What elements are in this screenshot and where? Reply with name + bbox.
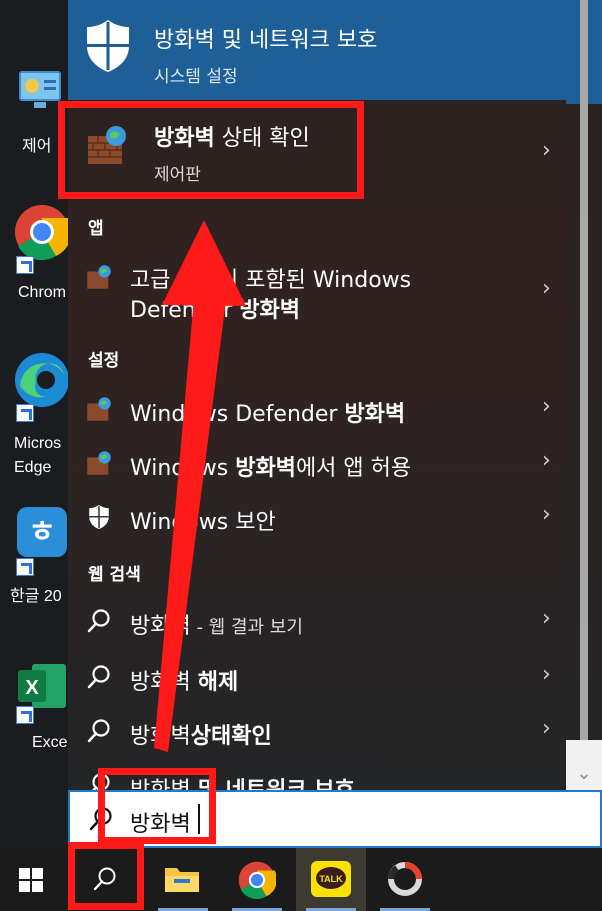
taskbar-chrome[interactable] (222, 848, 292, 911)
result-title: 방화벽상태확인 (130, 724, 272, 749)
result-web-1[interactable]: 방화벽 해제 › (68, 652, 566, 704)
svg-text:ㅎ: ㅎ (28, 515, 56, 550)
firewall-icon (87, 265, 111, 289)
chrome-icon (238, 861, 276, 899)
desktop-icon-excel[interactable]: X Exce (0, 656, 68, 756)
scroll-down-icon[interactable]: ⌄ (566, 760, 602, 788)
desktop-icon-label: 제어 (22, 138, 52, 155)
result-title-line2: Defender 방화벽 (130, 298, 300, 323)
section-settings: 설정 (88, 351, 120, 371)
desktop-icon-label: 한글 20 (10, 588, 62, 605)
edge-icon (15, 353, 69, 407)
result-web-0[interactable]: 방화벽 - 웹 결과 보기 › (68, 596, 566, 648)
desktop-icon-label: Chrom (18, 284, 67, 301)
shield-icon (87, 20, 129, 72)
result-web-2[interactable]: 방화벽상태확인 › (68, 706, 566, 758)
windows-start-icon (19, 868, 43, 892)
search-icon (87, 609, 110, 633)
excel-icon: X (18, 664, 66, 708)
chevron-right-icon: › (542, 502, 551, 527)
chevron-right-icon: › (542, 606, 551, 631)
search-icon (87, 719, 110, 743)
taskbar-app[interactable] (370, 848, 440, 911)
file-explorer-icon (165, 868, 199, 892)
preview-pane (566, 0, 602, 790)
result-app-defender-firewall[interactable]: 고급 보안이 포함된 Windows Defender 방화벽 › (68, 252, 566, 332)
search-icon (87, 665, 110, 689)
firewall-icon (87, 451, 111, 475)
kakaotalk-icon: TALK (311, 861, 351, 897)
shortcut-arrow-icon (16, 706, 34, 724)
taskbar-file-explorer[interactable] (148, 848, 218, 911)
section-web-search: 웹 검색 (88, 565, 141, 585)
chevron-right-icon: › (542, 662, 551, 687)
desktop-icon-hangul[interactable]: ㅎ 한글 20 (0, 502, 68, 612)
hangul-icon: ㅎ (17, 507, 67, 557)
scrollbar-thumb[interactable] (580, 0, 588, 740)
annotation-highlight-search-box (98, 768, 216, 844)
start-button[interactable] (0, 848, 70, 911)
chrome-icon (15, 205, 70, 260)
desktop-icon-label: Micros Edge (14, 435, 62, 476)
best-match-title: 방화벽 및 네트워크 보호 (154, 28, 378, 53)
annotation-highlight-firewall-status (58, 101, 364, 199)
chevron-right-icon: › (542, 716, 551, 741)
best-match-item[interactable]: 방화벽 및 네트워크 보호 시스템 설정 (68, 0, 566, 100)
result-setting-windows-security[interactable]: Windows 보안 › (68, 492, 566, 544)
result-title: Windows 방화벽에서 앱 허용 (130, 456, 412, 481)
result-setting-allow-app[interactable]: Windows 방화벽에서 앱 허용 › (68, 438, 566, 490)
shortcut-arrow-icon (16, 404, 34, 422)
svg-text:X: X (25, 677, 39, 699)
chevron-right-icon: › (542, 276, 551, 301)
chevron-right-icon: › (542, 448, 551, 473)
desktop-icon-label: Exce (32, 734, 68, 751)
result-title: Windows Defender 방화벽 (130, 402, 406, 427)
result-title: 방화벽 해제 (130, 670, 239, 695)
shortcut-arrow-icon (16, 558, 34, 576)
best-match-subtitle: 시스템 설정 (154, 67, 238, 87)
annotation-highlight-search-button (68, 842, 144, 910)
result-title: 방화벽 - 웹 결과 보기 (130, 614, 303, 639)
control-panel-icon (19, 71, 61, 108)
app-icon (388, 862, 422, 896)
desktop-icon-chrome[interactable]: Chrom (0, 200, 70, 310)
chevron-right-icon: › (542, 138, 551, 163)
shortcut-arrow-icon (16, 256, 34, 274)
kakao-label: TALK (319, 874, 343, 884)
result-setting-defender-firewall[interactable]: Windows Defender 방화벽 › (68, 384, 566, 436)
desktop-icon-edge[interactable]: Micros Edge (0, 348, 69, 478)
section-apps: 앱 (88, 219, 104, 239)
firewall-icon (87, 397, 111, 421)
result-title-line1: 고급 보안이 포함된 Windows (130, 268, 412, 293)
taskbar-kakaotalk[interactable]: TALK (296, 848, 366, 911)
chevron-right-icon: › (542, 394, 551, 419)
result-title: Windows 보안 (130, 510, 276, 535)
shield-icon (89, 504, 109, 530)
